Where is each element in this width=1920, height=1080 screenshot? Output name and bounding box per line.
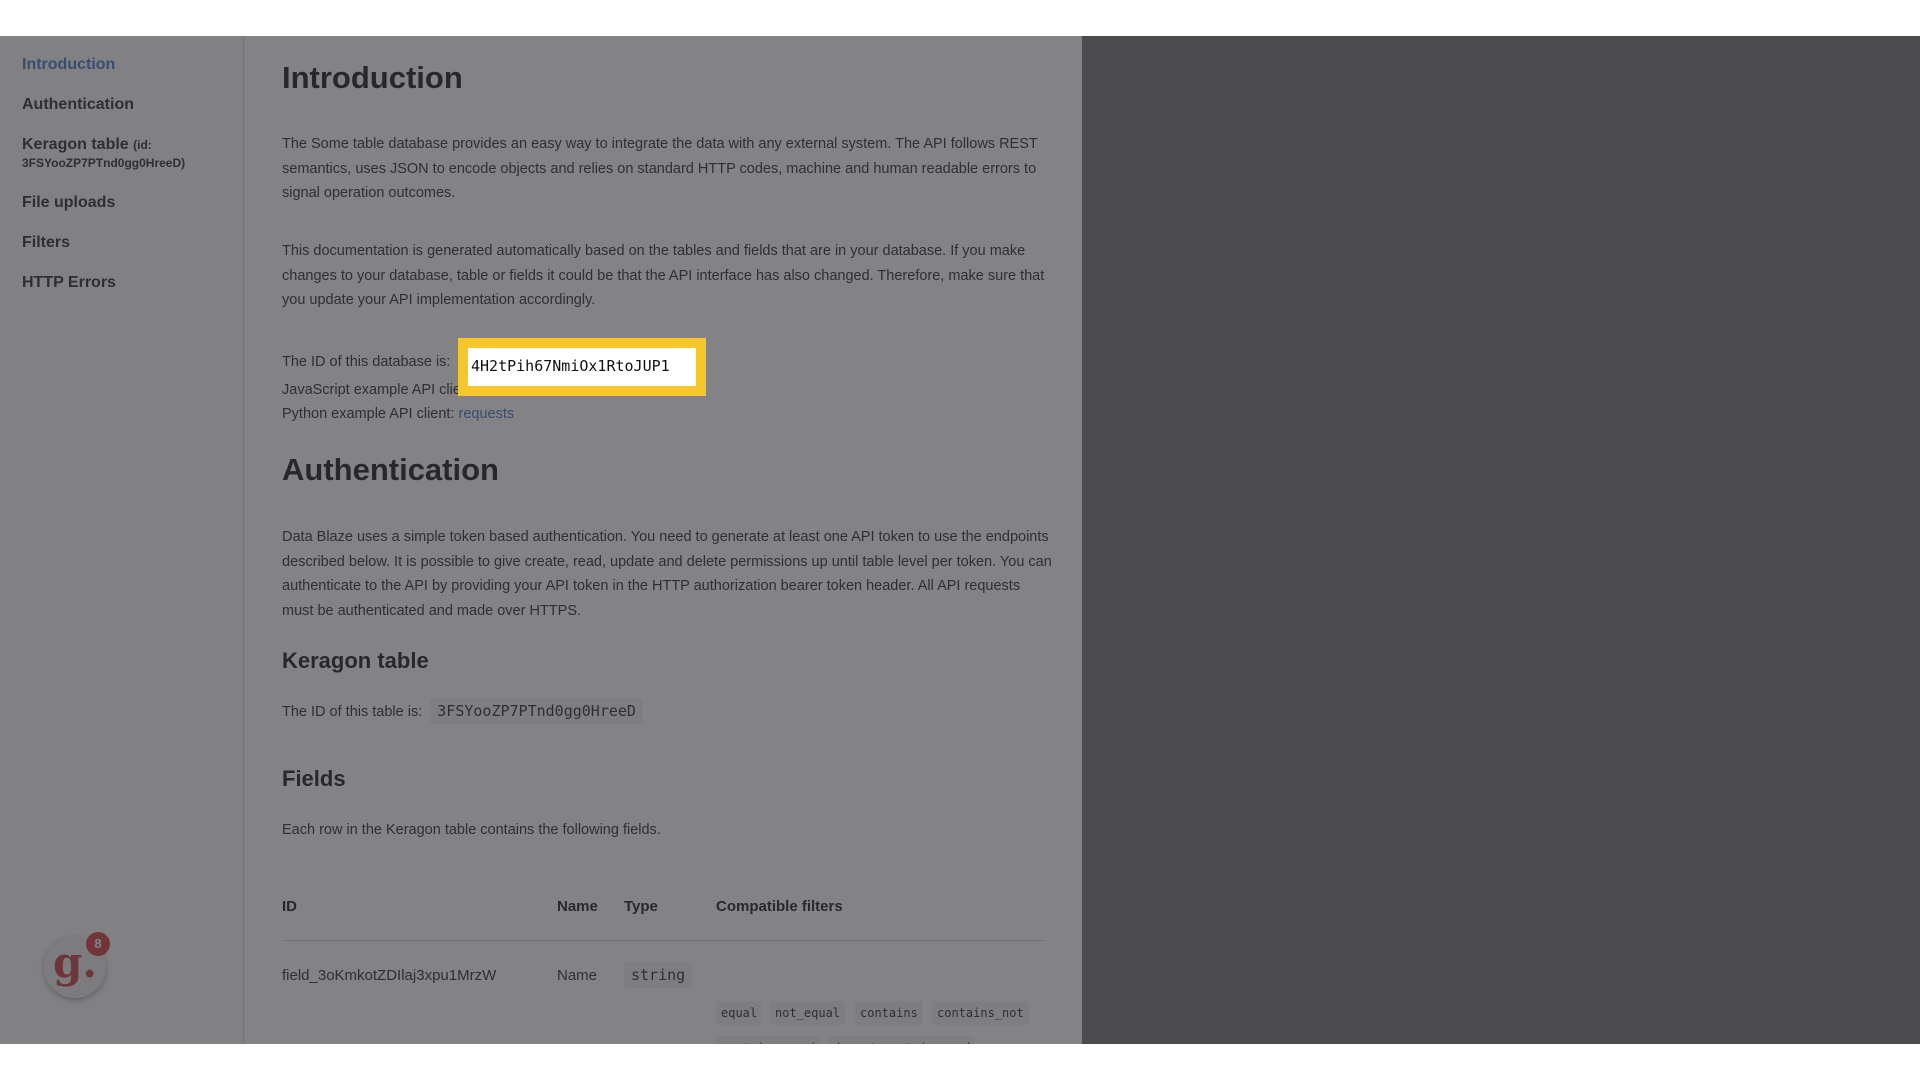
requests-link[interactable]: requests: [459, 406, 515, 422]
column-header-type: Type: [624, 898, 658, 915]
sidebar-item-keragon-table[interactable]: Keragon table (id: 3FSYooZP7PTnd0gg0Hree…: [22, 136, 185, 172]
filter-chip: contains_word: [716, 1036, 820, 1044]
filter-chip: doesnt_contain_word: [828, 1036, 976, 1044]
column-header-id: ID: [282, 898, 297, 915]
database-id-code: 4H2tPih67NmiOx1RtoJUP1: [468, 348, 696, 386]
database-id-line: The ID of this database is:: [282, 354, 450, 370]
column-header-name: Name: [557, 898, 598, 915]
sidebar-item-file-uploads[interactable]: File uploads: [22, 194, 115, 212]
intro-heading: Introduction: [282, 60, 463, 95]
authentication-heading: Authentication: [282, 452, 499, 487]
table-id-line: The ID of this table is: 3FSYooZP7PTnd0g…: [282, 698, 643, 724]
app-frame: Introduction Authentication Keragon tabl…: [0, 36, 1920, 1044]
notification-badge: 8: [86, 932, 110, 956]
filter-chip: contains_not: [932, 1001, 1029, 1025]
api-docs-page: Introduction Authentication Keragon tabl…: [0, 36, 1082, 1044]
sidebar-item-label: Keragon table: [22, 136, 129, 153]
authentication-paragraph: Data Blaze uses a simple token based aut…: [282, 529, 1052, 619]
filter-chip: contains: [855, 1001, 923, 1025]
keragon-table-heading: Keragon table: [282, 648, 429, 673]
python-client-label: Python example API client:: [282, 406, 455, 422]
fields-description: Each row in the Keragon table contains t…: [282, 822, 661, 838]
sidebar-item-introduction[interactable]: Introduction: [22, 56, 115, 74]
docs-sidebar: Introduction Authentication Keragon tabl…: [0, 36, 244, 1044]
js-client-label: JavaScript example API client:: [282, 382, 478, 398]
sidebar-item-filters[interactable]: Filters: [22, 234, 70, 252]
field-name-cell: Name: [557, 967, 598, 984]
field-id-cell: field_3oKmkotZDIlaj3xpu1MrzW: [282, 967, 497, 984]
docs-content: Introduction The Some table database pro…: [244, 36, 1082, 1044]
table-header-divider: [282, 940, 1044, 941]
python-client-line: Python example API client: requests: [282, 406, 514, 422]
intro-paragraph-1: The Some table database provides an easy…: [282, 136, 1038, 201]
filter-chip: equal: [716, 1001, 763, 1025]
column-header-filters: Compatible filters: [716, 898, 843, 915]
table-id-label: The ID of this table is:: [282, 704, 423, 720]
table-id-code: 3FSYooZP7PTnd0gg0HreeD: [430, 698, 643, 724]
sidebar-table-id-prefix: (id:: [133, 138, 152, 152]
sidebar-table-id: 3FSYooZP7PTnd0gg0HreeD): [22, 156, 186, 170]
chat-avatar-button[interactable]: g. 8: [44, 932, 110, 998]
intro-paragraph-2: This documentation is generated automati…: [282, 243, 1045, 308]
field-type-code: string: [624, 962, 693, 988]
sidebar-item-http-errors[interactable]: HTTP Errors: [22, 274, 116, 292]
fields-heading: Fields: [282, 766, 346, 791]
database-id-label: The ID of this database is:: [282, 354, 451, 370]
sidebar-item-authentication[interactable]: Authentication: [22, 96, 134, 114]
database-id-highlight: 4H2tPih67NmiOx1RtoJUP1: [458, 338, 706, 396]
field-type-cell: string: [624, 962, 693, 988]
right-panel-overlay: [1082, 36, 1920, 1044]
filter-chip: not_equal: [770, 1001, 846, 1025]
